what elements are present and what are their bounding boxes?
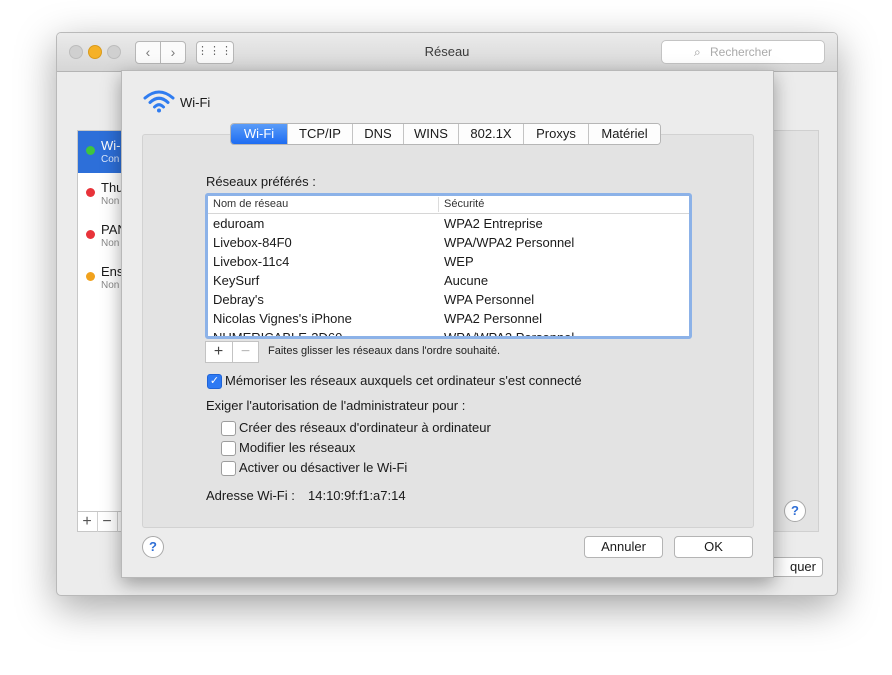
status-dot-icon — [86, 146, 95, 155]
remove-service-button[interactable]: − — [97, 512, 118, 532]
table-row[interactable]: Debray's WPA Personnel — [208, 290, 689, 309]
checkmark-icon: ✓ — [209, 375, 220, 387]
service-status: Non — [101, 238, 120, 249]
network-name: Nicolas Vignes's iPhone — [213, 311, 352, 326]
table-header: Nom de réseau Sécurité — [208, 196, 689, 214]
tab-8021x[interactable]: 802.1X — [459, 124, 524, 144]
remember-networks-label: Mémoriser les réseaux auxquels cet ordin… — [225, 373, 582, 388]
network-list-controls: + − — [205, 341, 259, 363]
tab-wifi[interactable]: Wi-Fi — [231, 124, 288, 144]
network-name: Livebox-11c4 — [213, 254, 290, 269]
status-dot-icon — [86, 188, 95, 197]
network-security: Aucune — [444, 273, 489, 288]
tab-tcpip[interactable]: TCP/IP — [288, 124, 353, 144]
table-row[interactable]: Livebox-11c4 WEP — [208, 252, 689, 271]
require-admin-label: Exiger l'autorisation de l'administrateu… — [206, 398, 466, 413]
preferred-networks-label: Réseaux préférés : — [206, 174, 316, 189]
network-name: KeySurf — [213, 273, 260, 288]
search-input[interactable]: ⌕ Rechercher — [661, 40, 825, 64]
table-row[interactable]: Nicolas Vignes's iPhone WPA2 Personnel — [208, 309, 689, 328]
network-security: WPA/WPA2 Personnel — [444, 235, 575, 250]
tab-wins[interactable]: WINS — [404, 124, 459, 144]
add-network-button[interactable]: + — [206, 342, 231, 362]
service-status: Non — [101, 280, 120, 291]
network-name: Livebox-84F0 — [213, 235, 292, 250]
network-security: WPA2 Entreprise — [444, 216, 543, 231]
add-service-button[interactable]: + — [77, 512, 98, 532]
table-row[interactable]: KeySurf Aucune — [208, 271, 689, 290]
wifi-address-label: Adresse Wi-Fi : — [206, 488, 295, 503]
service-status: Con — [101, 154, 120, 165]
tab-proxys[interactable]: Proxys — [524, 124, 589, 144]
network-security: WPA Personnel — [444, 292, 535, 307]
table-row[interactable]: Livebox-84F0 WPA/WPA2 Personnel — [208, 233, 689, 252]
table-row[interactable]: eduroam WPA2 Entreprise — [208, 214, 689, 233]
tab-materiel[interactable]: Matériel — [589, 124, 660, 144]
column-header-security[interactable]: Sécurité — [444, 198, 484, 210]
create-computer-networks-checkbox[interactable] — [221, 421, 236, 436]
drag-hint-text: Faites glisser les réseaux dans l'ordre … — [268, 345, 500, 357]
status-dot-icon — [86, 230, 95, 239]
create-computer-networks-label: Créer des réseaux d'ordinateur à ordinat… — [239, 420, 491, 435]
table-row[interactable]: NUMERICABLE-3D60 WPA/WPA2 Personnel — [208, 328, 689, 339]
remove-network-button[interactable]: − — [232, 342, 258, 362]
help-icon[interactable]: ? — [784, 500, 806, 522]
tab-dns[interactable]: DNS — [353, 124, 404, 144]
modify-networks-checkbox[interactable] — [221, 441, 236, 456]
network-security: WPA/WPA2 Personnel — [444, 330, 575, 339]
cancel-button[interactable]: Annuler — [584, 536, 663, 558]
network-security: WEP — [444, 254, 474, 269]
ok-button[interactable]: OK — [674, 536, 753, 558]
search-placeholder: Rechercher — [710, 45, 773, 59]
toggle-wifi-label: Activer ou désactiver le Wi-Fi — [239, 460, 408, 475]
help-icon[interactable]: ? — [142, 536, 164, 558]
network-security: WPA2 Personnel — [444, 311, 543, 326]
wifi-address-value: 14:10:9f:f1:a7:14 — [308, 488, 406, 503]
modify-networks-label: Modifier les réseaux — [239, 440, 356, 455]
tab-bar: Wi-Fi TCP/IP DNS WINS 802.1X Proxys Maté… — [230, 123, 661, 145]
toggle-wifi-checkbox[interactable] — [221, 461, 236, 476]
status-dot-icon — [86, 272, 95, 281]
remember-networks-checkbox[interactable]: ✓ — [207, 374, 222, 389]
column-separator — [438, 197, 439, 212]
sheet-title: Wi-Fi — [180, 95, 211, 110]
service-name: Wi- — [101, 138, 121, 153]
network-name: eduroam — [213, 216, 265, 231]
title-bar: ‹ › ⋮⋮⋮ Réseau ⌕ Rechercher — [57, 33, 837, 72]
wifi-advanced-sheet: Wi-Fi Wi-Fi TCP/IP DNS WINS 802.1X Proxy… — [121, 70, 774, 578]
service-status: Non — [101, 196, 120, 207]
column-header-network-name[interactable]: Nom de réseau — [213, 198, 288, 210]
network-name: Debray's — [213, 292, 264, 307]
search-icon: ⌕ — [694, 45, 701, 59]
preferred-networks-table[interactable]: Nom de réseau Sécurité eduroam WPA2 Entr… — [205, 193, 692, 339]
network-name: NUMERICABLE-3D60 — [213, 330, 343, 339]
wifi-icon — [143, 90, 175, 113]
